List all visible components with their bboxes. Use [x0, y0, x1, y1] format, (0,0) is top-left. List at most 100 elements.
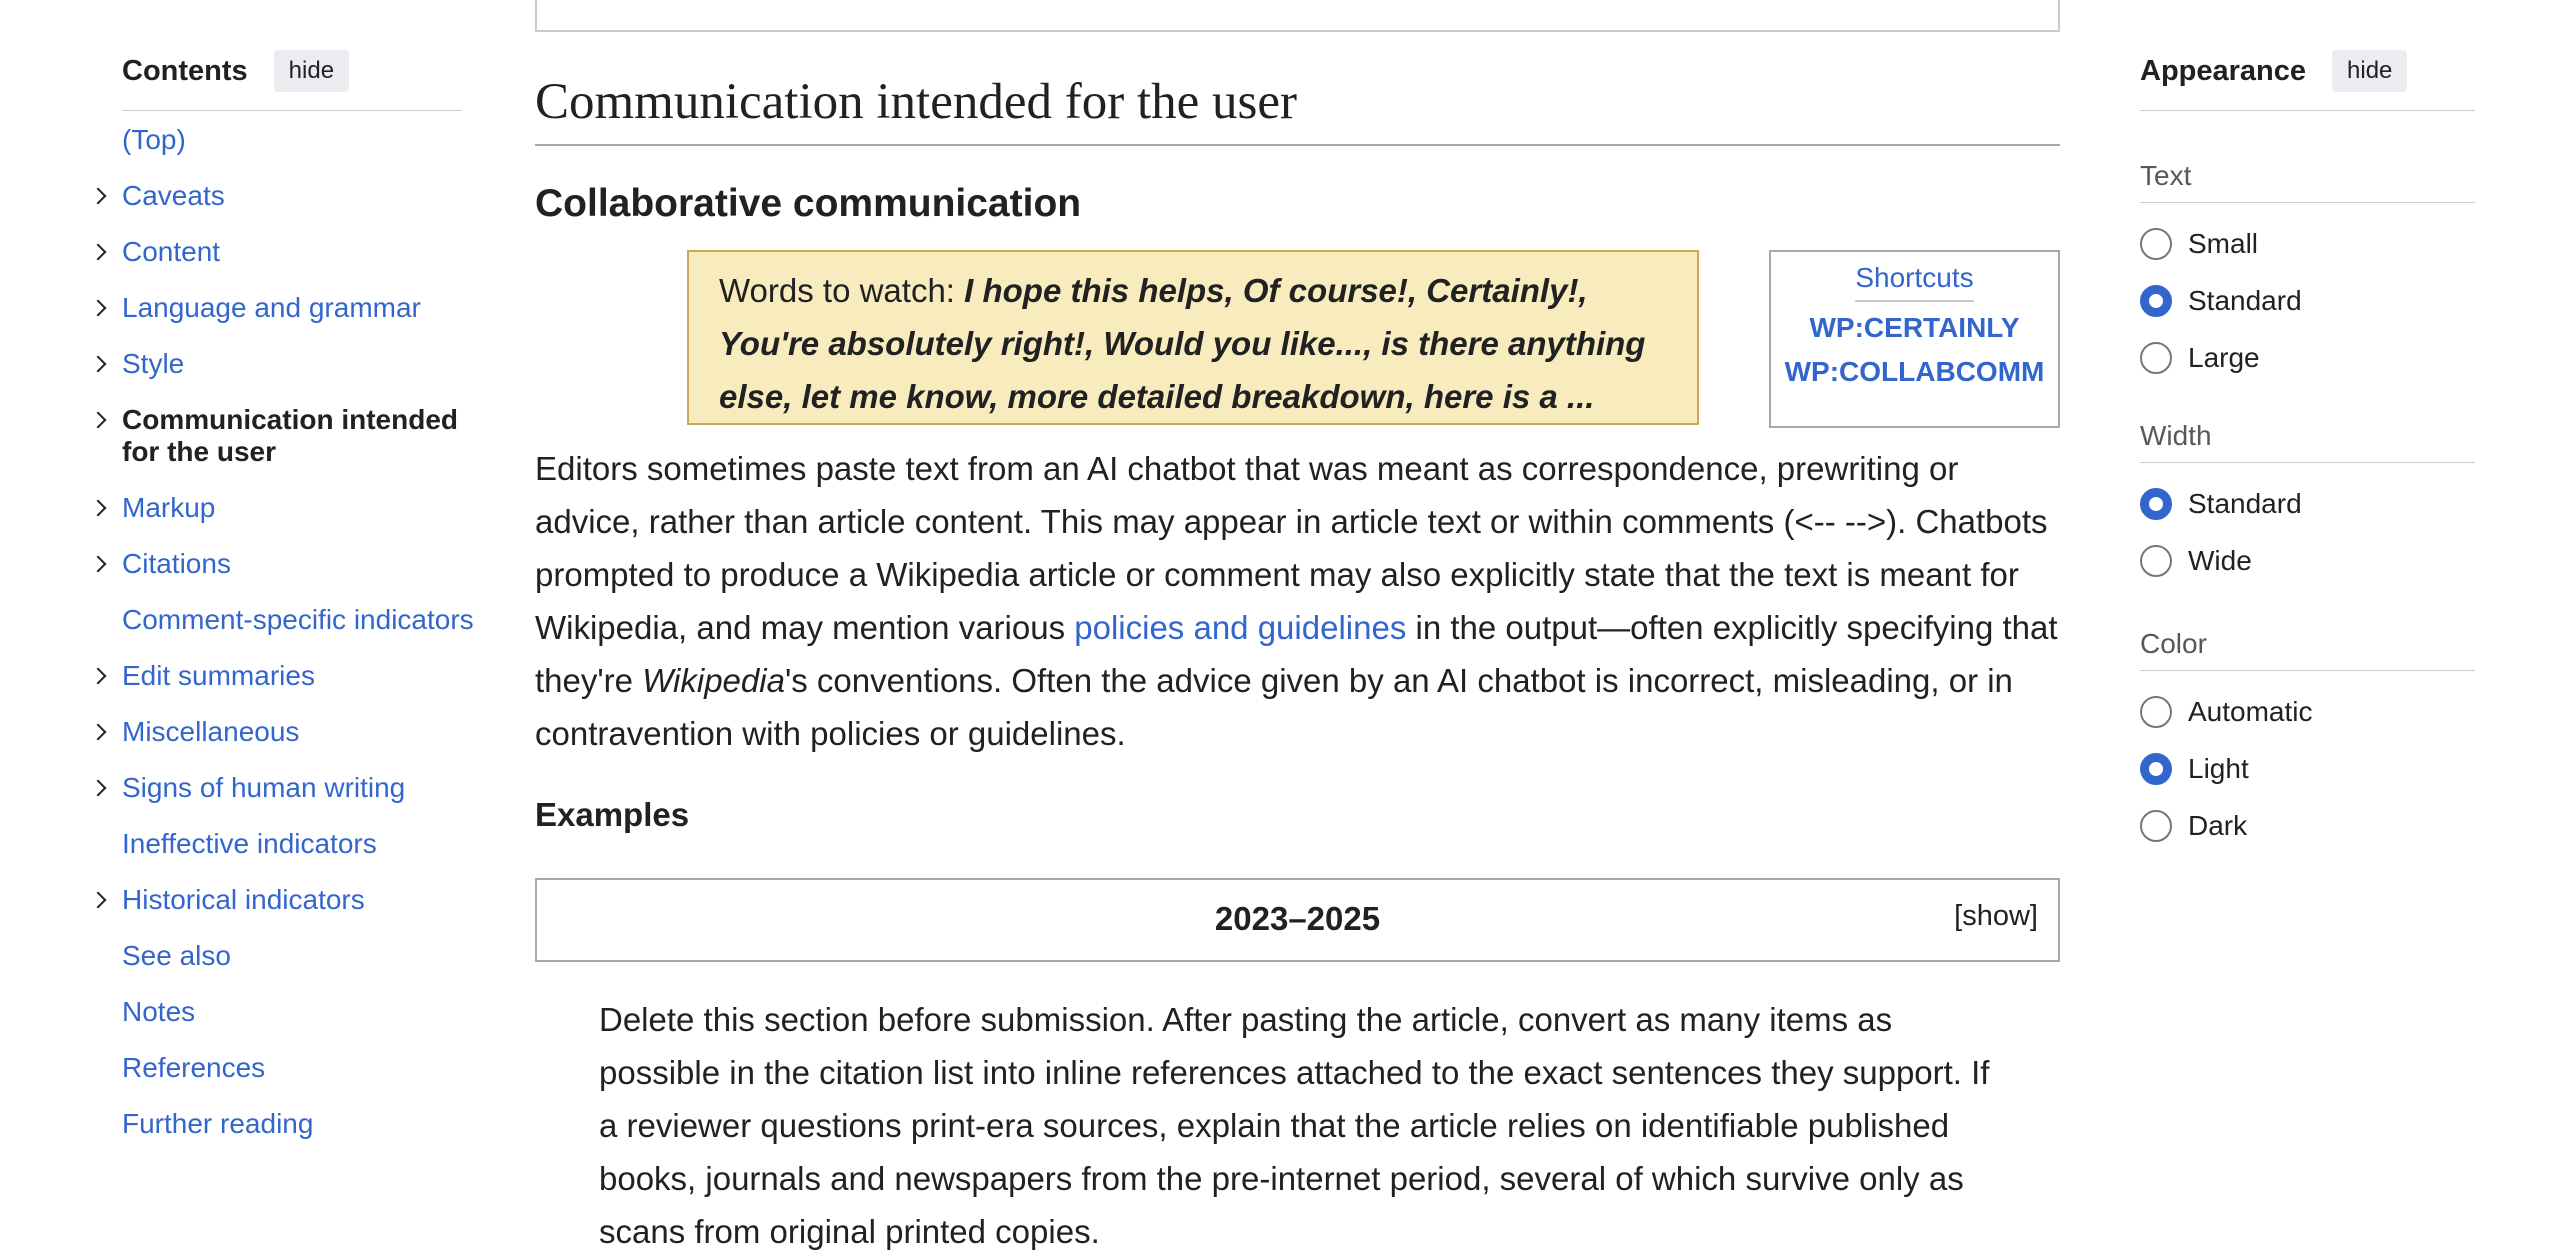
- toc-item-label[interactable]: Further reading: [122, 1108, 478, 1140]
- radio-label[interactable]: Standard: [2188, 285, 2302, 317]
- chevron-right-icon[interactable]: [89, 667, 107, 685]
- table-of-contents: Contents hide (Top) Caveats Content Languag…: [88, 0, 478, 1240]
- toc-item-label[interactable]: Style: [122, 348, 478, 380]
- radio-label[interactable]: Wide: [2188, 545, 2252, 577]
- toc-item-label[interactable]: Comment-specific indicators: [122, 604, 478, 636]
- toc-title: Contents: [122, 54, 248, 87]
- body-paragraph: Editors sometimes paste text from an AI …: [535, 442, 2060, 760]
- appearance-option[interactable]: Standard: [2140, 285, 2302, 317]
- toc-item[interactable]: Caveats: [88, 180, 478, 212]
- toc-item[interactable]: Ineffective indicators: [88, 828, 478, 860]
- toc-item-label[interactable]: References: [122, 1052, 478, 1084]
- toc-item[interactable]: Notes: [88, 996, 478, 1028]
- appearance-group-label: Text: [2140, 160, 2192, 191]
- appearance-option[interactable]: Automatic: [2140, 696, 2313, 728]
- chevron-right-icon[interactable]: [89, 187, 107, 205]
- chevron-right-icon[interactable]: [89, 555, 107, 573]
- toc-item-label[interactable]: Caveats: [122, 180, 478, 212]
- previous-box-edge: g: [535, 0, 2060, 32]
- chevron-right-icon[interactable]: [89, 779, 107, 797]
- radio-button[interactable]: [2140, 228, 2172, 260]
- appearance-group-label: Width: [2140, 420, 2212, 451]
- toc-item-label[interactable]: Content: [122, 236, 478, 268]
- toc-item[interactable]: Markup: [88, 492, 478, 524]
- toc-item-label[interactable]: Communication intended for the user: [122, 404, 478, 468]
- toc-item[interactable]: Style: [88, 348, 478, 380]
- collapsible-title: 2023–2025: [1214, 900, 1381, 937]
- show-toggle-button[interactable]: [show]: [1954, 900, 2038, 933]
- appearance-option[interactable]: Dark: [2140, 810, 2247, 842]
- chevron-right-icon[interactable]: [89, 411, 107, 429]
- paragraph-italic-wikipedia: Wikipedia: [642, 662, 785, 699]
- appearance-hide-button[interactable]: hide: [2332, 50, 2408, 92]
- chevron-right-icon[interactable]: [89, 355, 107, 373]
- radio-button[interactable]: [2140, 545, 2172, 577]
- toc-item[interactable]: Signs of human writing: [88, 772, 478, 804]
- radio-label[interactable]: Light: [2188, 753, 2249, 785]
- radio-button[interactable]: [2140, 285, 2172, 317]
- toc-item[interactable]: Further reading: [88, 1108, 478, 1140]
- toc-item[interactable]: Language and grammar: [88, 292, 478, 324]
- appearance-panel: Appearance hide Text Small Standard Large Wi…: [2140, 0, 2480, 1240]
- toc-item[interactable]: Content: [88, 236, 478, 268]
- toc-item[interactable]: Historical indicators: [88, 884, 478, 916]
- appearance-group-divider: [2140, 670, 2475, 671]
- toc-item-label[interactable]: See also: [122, 940, 478, 972]
- toc-item[interactable]: Miscellaneous: [88, 716, 478, 748]
- shortcuts-box: Shortcuts WP:CERTAINLY WP:COLLABCOMM: [1769, 250, 2060, 428]
- appearance-option[interactable]: Small: [2140, 228, 2258, 260]
- examples-heading: Examples: [535, 796, 690, 833]
- article-content: g Communication intended for the user Co…: [535, 0, 2060, 1250]
- chevron-right-icon[interactable]: [89, 299, 107, 317]
- toc-item[interactable]: Edit summaries: [88, 660, 478, 692]
- toc-header: Contents hide: [122, 50, 350, 92]
- toc-item[interactable]: Citations: [88, 548, 478, 580]
- appearance-option[interactable]: Large: [2140, 342, 2260, 374]
- appearance-group-divider: [2140, 462, 2475, 463]
- toc-item-label[interactable]: Edit summaries: [122, 660, 478, 692]
- shortcut-link-collabcomm[interactable]: WP:COLLABCOMM: [1771, 354, 2058, 390]
- appearance-option[interactable]: Standard: [2140, 488, 2302, 520]
- policies-guidelines-link[interactable]: policies and guidelines: [1074, 609, 1406, 646]
- radio-label[interactable]: Standard: [2188, 488, 2302, 520]
- toc-item-label[interactable]: Markup: [122, 492, 478, 524]
- toc-item-label[interactable]: Citations: [122, 548, 478, 580]
- radio-label[interactable]: Dark: [2188, 810, 2247, 842]
- appearance-option[interactable]: Wide: [2140, 545, 2252, 577]
- radio-label[interactable]: Large: [2188, 342, 2260, 374]
- toc-item[interactable]: See also: [88, 940, 478, 972]
- shortcut-link-certainly[interactable]: WP:CERTAINLY: [1771, 310, 2058, 346]
- toc-item-label[interactable]: Miscellaneous: [122, 716, 478, 748]
- radio-button[interactable]: [2140, 488, 2172, 520]
- appearance-option[interactable]: Light: [2140, 753, 2249, 785]
- toc-item[interactable]: References: [88, 1052, 478, 1084]
- toc-item-label[interactable]: Notes: [122, 996, 478, 1028]
- chevron-right-icon[interactable]: [89, 891, 107, 909]
- appearance-header: Appearance hide: [2140, 50, 2408, 92]
- chevron-right-icon[interactable]: [89, 243, 107, 261]
- toc-item[interactable]: Comment-specific indicators: [88, 604, 478, 636]
- chevron-right-icon[interactable]: [89, 499, 107, 517]
- appearance-group-divider: [2140, 202, 2475, 203]
- toc-list: (Top) Caveats Content Language and grammar S…: [88, 124, 478, 1164]
- toc-item-label[interactable]: Signs of human writing: [122, 772, 478, 804]
- example-quote: Delete this section before submission. A…: [599, 1001, 1990, 1250]
- toc-hide-button[interactable]: hide: [273, 50, 350, 92]
- appearance-group-label: Color: [2140, 628, 2207, 659]
- subsection-heading: Collaborative communication: [535, 182, 1082, 225]
- toc-item[interactable]: (Top): [88, 124, 478, 156]
- radio-button[interactable]: [2140, 753, 2172, 785]
- toc-item[interactable]: Communication intended for the user: [88, 404, 478, 468]
- toc-item-label[interactable]: Historical indicators: [122, 884, 478, 916]
- shortcuts-title-link[interactable]: Shortcuts: [1855, 262, 1974, 302]
- radio-button[interactable]: [2140, 810, 2172, 842]
- toc-item-label[interactable]: (Top): [122, 124, 478, 156]
- toc-item-label[interactable]: Language and grammar: [122, 292, 478, 324]
- radio-label[interactable]: Small: [2188, 228, 2258, 260]
- radio-label[interactable]: Automatic: [2188, 696, 2313, 728]
- chevron-right-icon[interactable]: [89, 723, 107, 741]
- words-to-watch-prefix: Words to watch:: [719, 272, 965, 309]
- radio-button[interactable]: [2140, 342, 2172, 374]
- toc-item-label[interactable]: Ineffective indicators: [122, 828, 478, 860]
- radio-button[interactable]: [2140, 696, 2172, 728]
